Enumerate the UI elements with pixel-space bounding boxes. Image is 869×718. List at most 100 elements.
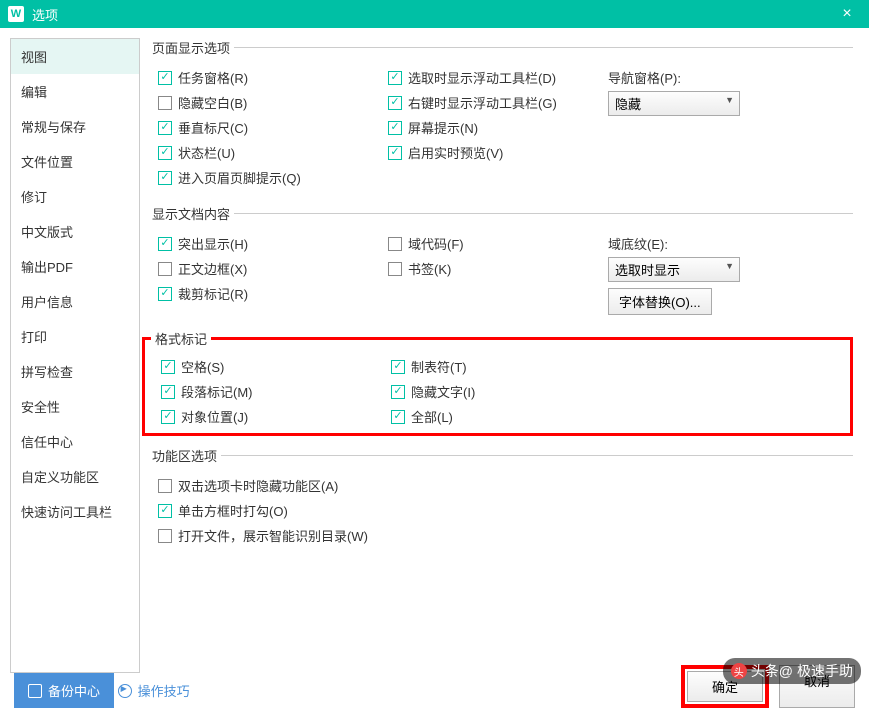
section-legend: 页面显示选项 — [148, 38, 234, 57]
checkbox-option[interactable]: ✓ 垂直标尺(C) — [148, 115, 378, 140]
sidebar-item[interactable]: 编辑 — [11, 74, 139, 109]
checkbox-icon: ✓ — [158, 71, 172, 85]
sidebar-item[interactable]: 拼写检查 — [11, 354, 139, 389]
checkbox-icon — [158, 96, 172, 110]
checkbox-option[interactable]: ✓ 全部(L) — [381, 404, 611, 429]
sidebar-item[interactable]: 快速访问工具栏 — [11, 494, 139, 529]
sidebar-item[interactable]: 安全性 — [11, 389, 139, 424]
checkbox-option[interactable]: ✓ 屏幕提示(N) — [378, 115, 608, 140]
checkbox-icon: ✓ — [158, 237, 172, 251]
checkbox-icon — [158, 479, 172, 493]
sidebar-item[interactable]: 修订 — [11, 179, 139, 214]
checkbox-icon: ✓ — [158, 171, 172, 185]
checkbox-icon: ✓ — [391, 360, 405, 374]
checkbox-label: 启用实时预览(V) — [408, 143, 503, 162]
checkbox-label: 屏幕提示(N) — [408, 118, 478, 137]
checkbox-icon: ✓ — [161, 385, 175, 399]
window-title: 选项 — [32, 5, 833, 24]
section-doc-content: 显示文档内容 ✓ 突出显示(H) 正文边框(X) ✓裁剪标记(R) 域代码(F) 书签(… — [148, 204, 853, 319]
checkbox-icon: ✓ — [158, 146, 172, 160]
checkbox-label: 正文边框(X) — [178, 259, 247, 278]
checkbox-label: 进入页眉页脚提示(Q) — [178, 168, 301, 187]
checkbox-option[interactable]: ✓右键时显示浮动工具栏(G) — [378, 90, 608, 115]
watermark-name: 极速手助 — [797, 661, 853, 681]
backup-center-button[interactable]: 备份中心 — [14, 673, 114, 708]
checkbox-option[interactable]: ✓ 突出显示(H) — [148, 231, 378, 256]
checkbox-option[interactable]: ✓ 空格(S) — [151, 354, 381, 379]
checkbox-option[interactable]: ✓裁剪标记(R) — [148, 281, 378, 306]
field-shading-select[interactable]: 选取时显示 — [608, 257, 740, 282]
font-substitute-button[interactable]: 字体替换(O)... — [608, 288, 712, 315]
checkbox-option[interactable]: ✓段落标记(M) — [151, 379, 381, 404]
document-icon — [28, 684, 42, 698]
sidebar-item[interactable]: 打印 — [11, 319, 139, 354]
checkbox-option[interactable]: ✓选取时显示浮动工具栏(D) — [378, 65, 608, 90]
checkbox-label: 状态栏(U) — [178, 143, 235, 162]
app-icon: W — [8, 6, 24, 22]
checkbox-option[interactable]: 书签(K) — [378, 256, 608, 281]
sidebar-item[interactable]: 中文版式 — [11, 214, 139, 249]
sidebar-item[interactable]: 输出PDF — [11, 249, 139, 284]
checkbox-icon — [158, 529, 172, 543]
checkbox-option[interactable]: ✓ 启用实时预览(V) — [378, 140, 608, 165]
checkbox-icon: ✓ — [388, 121, 402, 135]
section-ribbon: 功能区选项 双击选项卡时隐藏功能区(A)✓单击方框时打勾(O)打开文件，展示智能… — [148, 446, 853, 552]
backup-label: 备份中心 — [48, 681, 100, 700]
checkbox-label: 双击选项卡时隐藏功能区(A) — [178, 476, 338, 495]
checkbox-label: 隐藏空白(B) — [178, 93, 247, 112]
checkbox-label: 空格(S) — [181, 357, 224, 376]
section-legend: 格式标记 — [151, 329, 211, 348]
checkbox-label: 突出显示(H) — [178, 234, 248, 253]
section-format-marks: 格式标记 ✓空格(S)✓段落标记(M)✓对象位置(J) ✓制表符(T)✓隐藏文字… — [142, 329, 853, 436]
checkbox-label: 隐藏文字(I) — [411, 382, 475, 401]
checkbox-option[interactable]: ✓隐藏文字(I) — [381, 379, 611, 404]
close-icon[interactable]: × — [833, 5, 861, 23]
checkbox-option[interactable]: ✓ 任务窗格(R) — [148, 65, 378, 90]
checkbox-option[interactable]: ✓对象位置(J) — [151, 404, 381, 429]
checkbox-option[interactable]: ✓ 进入页眉页脚提示(Q) — [148, 165, 378, 190]
checkbox-label: 垂直标尺(C) — [178, 118, 248, 137]
checkbox-label: 任务窗格(R) — [178, 68, 248, 87]
checkbox-option[interactable]: 双击选项卡时隐藏功能区(A) — [148, 473, 853, 498]
checkbox-option[interactable]: 域代码(F) — [378, 231, 608, 256]
sidebar-item[interactable]: 信任中心 — [11, 424, 139, 459]
checkbox-icon — [388, 262, 402, 276]
checkbox-icon — [388, 237, 402, 251]
nav-pane-label: 导航窗格(P): — [608, 65, 853, 91]
checkbox-label: 右键时显示浮动工具栏(G) — [408, 93, 557, 112]
sidebar-item[interactable]: 用户信息 — [11, 284, 139, 319]
checkbox-option[interactable]: ✓ 状态栏(U) — [148, 140, 378, 165]
checkbox-option[interactable]: 正文边框(X) — [148, 256, 378, 281]
checkbox-option[interactable]: ✓ 单击方框时打勾(O) — [148, 498, 853, 523]
watermark-prefix: 头条@ — [751, 661, 793, 681]
tips-label: 操作技巧 — [138, 681, 190, 700]
play-icon — [118, 684, 132, 698]
sidebar-item[interactable]: 视图 — [11, 39, 139, 74]
sidebar-item[interactable]: 文件位置 — [11, 144, 139, 179]
checkbox-option[interactable]: 打开文件，展示智能识别目录(W) — [148, 523, 853, 548]
checkbox-icon: ✓ — [158, 504, 172, 518]
watermark-icon: 头 — [731, 663, 747, 679]
section-legend: 显示文档内容 — [148, 204, 234, 223]
checkbox-icon: ✓ — [391, 410, 405, 424]
sidebar-item[interactable]: 常规与保存 — [11, 109, 139, 144]
checkbox-label: 单击方框时打勾(O) — [178, 501, 288, 520]
checkbox-option[interactable]: 隐藏空白(B) — [148, 90, 378, 115]
checkbox-label: 书签(K) — [408, 259, 451, 278]
checkbox-label: 制表符(T) — [411, 357, 467, 376]
field-shading-label: 域底纹(E): — [608, 231, 853, 257]
section-page-display: 页面显示选项 ✓ 任务窗格(R) 隐藏空白(B) ✓ 垂直标尺(C) ✓ 状态栏(U) ✓ 进入… — [148, 38, 853, 194]
checkbox-option[interactable]: ✓ 制表符(T) — [381, 354, 611, 379]
checkbox-label: 全部(L) — [411, 407, 453, 426]
tips-link[interactable]: 操作技巧 — [118, 681, 190, 700]
checkbox-label: 打开文件，展示智能识别目录(W) — [178, 526, 368, 545]
nav-pane-select[interactable]: 隐藏 — [608, 91, 740, 116]
checkbox-icon — [158, 262, 172, 276]
checkbox-label: 域代码(F) — [408, 234, 464, 253]
watermark: 头 头条@极速手助 — [723, 658, 861, 684]
checkbox-icon: ✓ — [388, 146, 402, 160]
checkbox-icon: ✓ — [161, 360, 175, 374]
checkbox-icon: ✓ — [158, 287, 172, 301]
sidebar-item[interactable]: 自定义功能区 — [11, 459, 139, 494]
checkbox-icon: ✓ — [158, 121, 172, 135]
